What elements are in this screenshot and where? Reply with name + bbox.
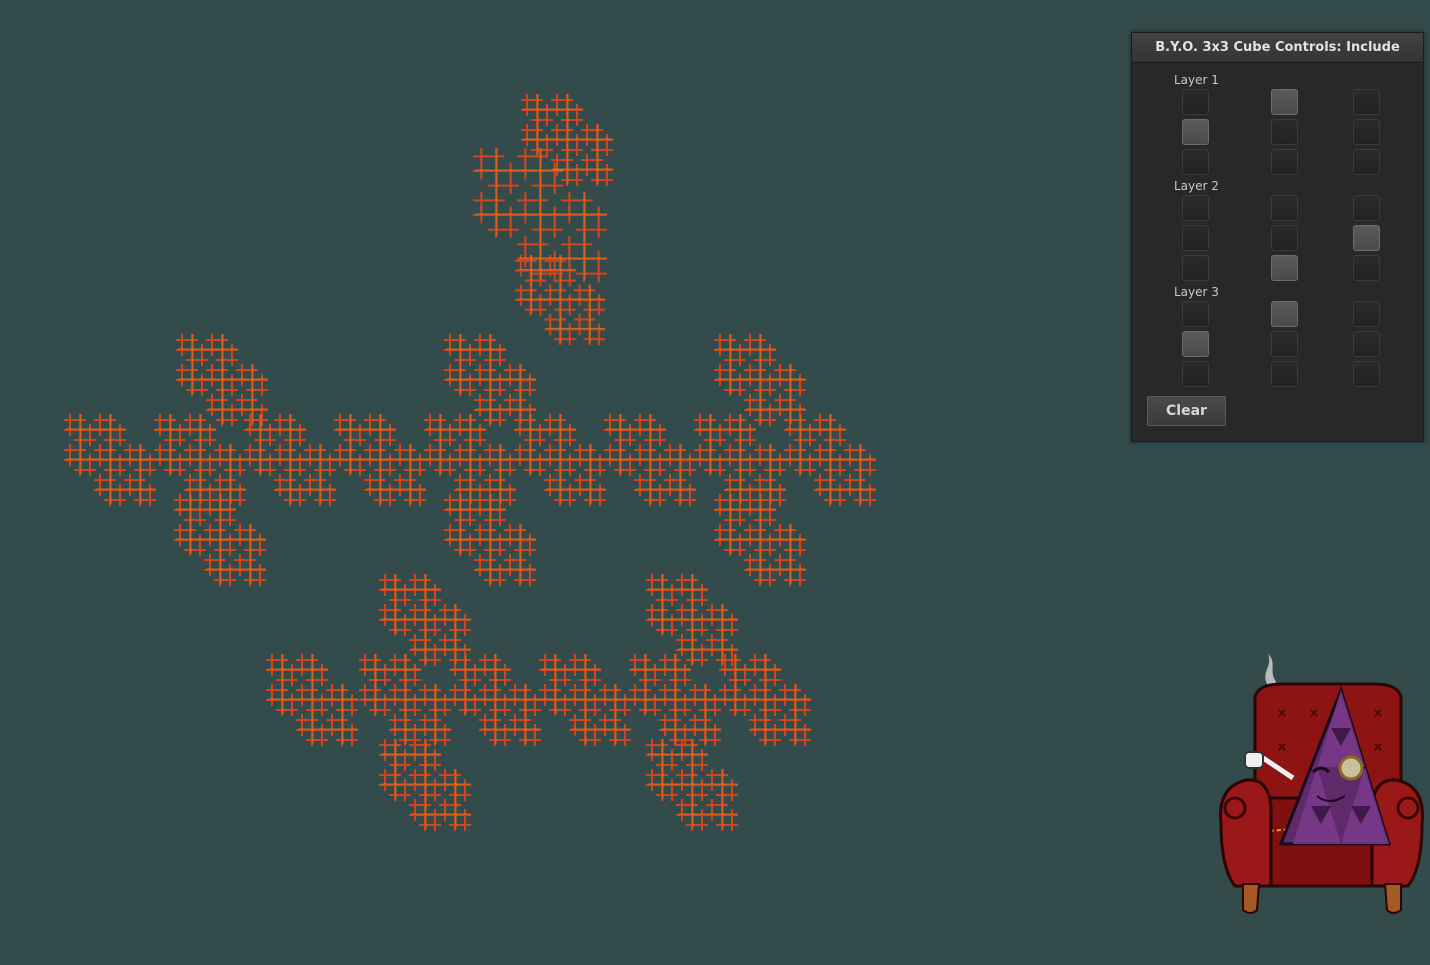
layer-1-cell-r3-c2[interactable]	[1271, 149, 1298, 175]
layer-3-cell-r3-c1[interactable]	[1182, 361, 1209, 387]
layer-2-cell-r3-c1[interactable]	[1182, 255, 1209, 281]
fractal-pattern	[64, 94, 876, 831]
layer-1-label: Layer 1	[1174, 73, 1219, 87]
layer-3-cell-r3-c3[interactable]	[1353, 361, 1380, 387]
layer-1-cell-r3-c1[interactable]	[1182, 149, 1209, 175]
layer-1-cell-r2-c3[interactable]	[1353, 119, 1380, 145]
layer-1-cell-r3-c3[interactable]	[1353, 149, 1380, 175]
layer-1-cell-r2-c2[interactable]	[1271, 119, 1298, 145]
layer-3-cell-r2-c2[interactable]	[1271, 331, 1298, 357]
layer-3-cell-r1-c2[interactable]	[1271, 301, 1298, 327]
layer-1-cell-r1-c1[interactable]	[1182, 89, 1209, 115]
cube-controls-panel: B.Y.O. 3x3 Cube Controls: Include Layer …	[1131, 32, 1424, 442]
layer-2-cell-r1-c2[interactable]	[1271, 195, 1298, 221]
layer-2-cell-r1-c3[interactable]	[1353, 195, 1380, 221]
layer-3-cell-r1-c3[interactable]	[1353, 301, 1380, 327]
layer-3-cell-r2-c1[interactable]	[1182, 331, 1209, 357]
layer-2-cell-r2-c3[interactable]	[1353, 225, 1380, 251]
layer-3-cell-r3-c2[interactable]	[1271, 361, 1298, 387]
layer-2-cell-r3-c2[interactable]	[1271, 255, 1298, 281]
layer-2-cell-r2-c1[interactable]	[1182, 225, 1209, 251]
layer-1-cell-r1-c3[interactable]	[1353, 89, 1380, 115]
mascot-illustration	[1219, 654, 1424, 914]
panel-title[interactable]: B.Y.O. 3x3 Cube Controls: Include	[1132, 33, 1423, 63]
layer-2-label: Layer 2	[1174, 179, 1219, 193]
layer-1-cell-r1-c2[interactable]	[1271, 89, 1298, 115]
layer-3-cell-r1-c1[interactable]	[1182, 301, 1209, 327]
layer-3-label: Layer 3	[1174, 285, 1219, 299]
layer-2-cell-r2-c2[interactable]	[1271, 225, 1298, 251]
layer-1-cell-r2-c1[interactable]	[1182, 119, 1209, 145]
layer-2-cell-r3-c3[interactable]	[1353, 255, 1380, 281]
layer-2-cell-r1-c1[interactable]	[1182, 195, 1209, 221]
clear-button[interactable]: Clear	[1147, 396, 1226, 426]
layer-3-cell-r2-c3[interactable]	[1353, 331, 1380, 357]
